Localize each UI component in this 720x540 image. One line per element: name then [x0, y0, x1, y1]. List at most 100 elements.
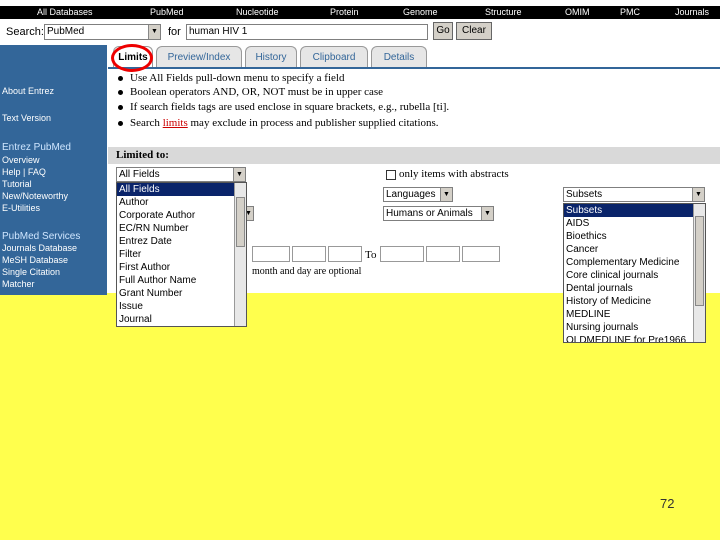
nav-structure[interactable]: Structure: [485, 7, 522, 18]
tab-clipboard[interactable]: Clipboard: [300, 46, 368, 68]
field-option[interactable]: Journal: [117, 313, 246, 326]
top-navigation-bar: All Databases PubMed Nucleotide Protein …: [0, 6, 720, 19]
bullet-item-2: Boolean operators AND, OR, NOT must be i…: [118, 86, 383, 98]
bullet-text-1: Use All Fields pull-down menu to specify…: [130, 72, 345, 84]
sidebar-item-matcher[interactable]: Matcher: [2, 279, 35, 290]
to-label: To: [365, 249, 377, 261]
date-to-month[interactable]: [426, 246, 460, 262]
subsets-select-value: Subsets: [566, 189, 603, 200]
field-option[interactable]: Author: [117, 196, 246, 209]
sidebar-item-single-citation[interactable]: Single Citation: [2, 267, 60, 278]
date-to-year[interactable]: [380, 246, 424, 262]
clear-button[interactable]: Clear: [456, 22, 492, 40]
field-option[interactable]: First Author: [117, 261, 246, 274]
sidebar-about-entrez[interactable]: About Entrez: [2, 86, 54, 97]
subsets-dropdown-list[interactable]: Subsets AIDS Bioethics Cancer Complement…: [563, 203, 706, 343]
search-label: Search:: [6, 26, 44, 38]
chevron-down-icon: ▼: [233, 168, 245, 181]
scrollbar-thumb[interactable]: [695, 216, 704, 306]
tab-history[interactable]: History: [245, 46, 297, 68]
languages-select[interactable]: Languages ▼: [383, 187, 453, 202]
fields-select[interactable]: All Fields ▼: [116, 167, 246, 182]
subset-option[interactable]: Dental journals: [564, 282, 705, 295]
nav-journals[interactable]: Journals: [675, 7, 709, 18]
chevron-down-icon: ▼: [148, 25, 160, 39]
date-to-day[interactable]: [462, 246, 500, 262]
sidebar: About Entrez Text Version Entrez PubMed …: [0, 45, 107, 295]
database-select-value: PubMed: [47, 26, 85, 37]
field-option[interactable]: Entrez Date: [117, 235, 246, 248]
subset-option[interactable]: Core clinical journals: [564, 269, 705, 282]
go-button[interactable]: Go: [433, 22, 453, 40]
sidebar-item-tutorial[interactable]: Tutorial: [2, 179, 32, 190]
for-label: for: [168, 26, 181, 38]
subset-option[interactable]: MEDLINE: [564, 308, 705, 321]
sidebar-section-entrez-pubmed: Entrez PubMed: [2, 142, 71, 153]
subsets-select[interactable]: Subsets ▼: [563, 187, 705, 202]
sidebar-item-overview[interactable]: Overview: [2, 155, 40, 166]
field-option[interactable]: All Fields: [117, 183, 246, 196]
bullet-item-4: Search limits may exclude in process and…: [118, 117, 439, 129]
subset-option[interactable]: Nursing journals: [564, 321, 705, 334]
abstracts-label: only items with abstracts: [399, 168, 509, 180]
subset-option[interactable]: Bioethics: [564, 230, 705, 243]
sidebar-section-pubmed-services: PubMed Services: [2, 231, 81, 242]
field-option[interactable]: Corporate Author: [117, 209, 246, 222]
field-option[interactable]: Grant Number: [117, 287, 246, 300]
subset-option[interactable]: Subsets: [564, 204, 705, 217]
field-option[interactable]: Filter: [117, 248, 246, 261]
limited-to-label: Limited to:: [116, 149, 169, 161]
chevron-down-icon: ▼: [692, 188, 704, 201]
tab-details[interactable]: Details: [371, 46, 427, 68]
tab-preview-index[interactable]: Preview/Index: [156, 46, 242, 68]
nav-omim[interactable]: OMIM: [565, 7, 590, 18]
scrollbar-thumb[interactable]: [236, 197, 245, 247]
field-option[interactable]: Full Author Name: [117, 274, 246, 287]
chevron-down-icon: ▼: [481, 207, 493, 220]
fields-dropdown-list[interactable]: All Fields Author Corporate Author EC/RN…: [116, 182, 247, 327]
nav-genome[interactable]: Genome: [403, 7, 438, 18]
humans-animals-select[interactable]: Humans or Animals ▼: [383, 206, 494, 221]
bullet-icon: [118, 104, 123, 110]
subset-option[interactable]: OLDMEDLINE for Pre1966: [564, 334, 705, 342]
sidebar-item-e-utilities[interactable]: E-Utilities: [2, 203, 40, 214]
nav-pmc[interactable]: PMC: [620, 7, 640, 18]
limits-link[interactable]: limits: [163, 117, 188, 129]
search-input[interactable]: human HIV 1: [186, 24, 428, 40]
bullet-item-3: If search fields tags are used enclose i…: [118, 101, 449, 113]
subset-option[interactable]: Cancer: [564, 243, 705, 256]
date-from-year[interactable]: [252, 246, 290, 262]
sidebar-item-mesh-database[interactable]: MeSH Database: [2, 255, 68, 266]
nav-protein[interactable]: Protein: [330, 7, 359, 18]
database-select[interactable]: PubMed ▼: [44, 24, 161, 40]
bullet-icon: [118, 89, 123, 95]
chevron-down-icon: ▼: [440, 188, 452, 201]
nav-all-databases[interactable]: All Databases: [37, 7, 93, 18]
page-number: 72: [660, 496, 675, 511]
abstracts-checkbox[interactable]: [386, 170, 396, 180]
sidebar-text-version[interactable]: Text Version: [2, 113, 51, 124]
bullet-text-3: If search fields tags are used enclose i…: [130, 101, 450, 113]
bullet-text-4-before: Search: [130, 117, 163, 129]
date-from-day[interactable]: [328, 246, 362, 262]
subset-option[interactable]: History of Medicine: [564, 295, 705, 308]
nav-nucleotide[interactable]: Nucleotide: [236, 7, 279, 18]
date-note: month and day are optional: [252, 266, 362, 277]
subsets-scrollbar[interactable]: [693, 204, 705, 342]
bullet-icon: [118, 120, 123, 126]
subset-option[interactable]: AIDS: [564, 217, 705, 230]
date-from-month[interactable]: [292, 246, 326, 262]
sidebar-item-new-noteworthy[interactable]: New/Noteworthy: [2, 191, 68, 202]
nav-pubmed[interactable]: PubMed: [150, 7, 184, 18]
field-option[interactable]: EC/RN Number: [117, 222, 246, 235]
humans-animals-select-value: Humans or Animals: [386, 208, 473, 219]
sidebar-item-journals-database[interactable]: Journals Database: [2, 243, 77, 254]
tab-underline: [108, 67, 720, 69]
field-option[interactable]: Issue: [117, 300, 246, 313]
languages-select-value: Languages: [386, 189, 436, 200]
sidebar-item-help-faq[interactable]: Help | FAQ: [2, 167, 46, 178]
subset-option[interactable]: Complementary Medicine: [564, 256, 705, 269]
limited-to-bar: [108, 147, 720, 164]
bullet-text-4-after: may exclude in process and publisher sup…: [187, 117, 439, 129]
fields-scrollbar[interactable]: [234, 183, 246, 326]
